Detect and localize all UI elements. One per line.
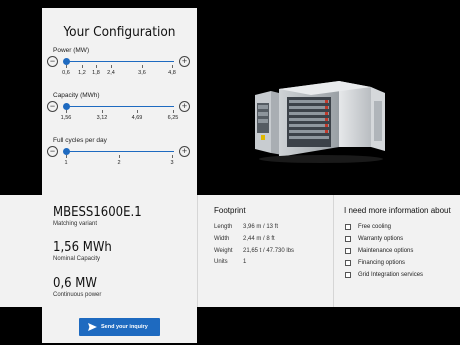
footprint-title: Footprint bbox=[214, 206, 246, 215]
slider-tick bbox=[111, 65, 112, 68]
slider-tick bbox=[173, 110, 174, 113]
paper-plane-icon bbox=[88, 323, 97, 331]
footprint-key: Units bbox=[214, 259, 228, 265]
configuration-title: Your Configuration bbox=[63, 24, 176, 40]
plus-circle-icon[interactable]: + bbox=[179, 146, 190, 157]
slider-track[interactable] bbox=[66, 151, 174, 152]
option-label: Warranty options bbox=[358, 236, 404, 242]
checkbox[interactable] bbox=[345, 260, 351, 266]
slider-tick bbox=[66, 65, 67, 68]
tick-label: 1,8 bbox=[92, 70, 100, 76]
cycles-slider[interactable]: Full cycles per day − 1 2 3 + bbox=[42, 137, 197, 177]
slider-track[interactable] bbox=[66, 106, 174, 107]
tick-label: 1,2 bbox=[78, 70, 86, 76]
capacity-slider[interactable]: Capacity (MWh) − 1,56 3,12 4,69 6,25 + bbox=[42, 92, 197, 132]
minus-circle-icon[interactable]: − bbox=[47, 146, 58, 157]
capacity-value: 1,56 MWh bbox=[53, 240, 112, 255]
checkbox[interactable] bbox=[345, 224, 351, 230]
capacity-caption: Nominal Capacity bbox=[53, 256, 101, 262]
capacity-label: Capacity (MWh) bbox=[53, 92, 100, 99]
more-info-title: I need more information about bbox=[344, 206, 451, 215]
tick-label: 4,69 bbox=[131, 115, 143, 121]
battery-container-image bbox=[255, 81, 385, 163]
slider-tick bbox=[82, 65, 83, 68]
tick-label: 3,6 bbox=[138, 70, 146, 76]
slider-tick bbox=[102, 110, 103, 113]
slider-tick bbox=[137, 110, 138, 113]
tick-label: 3,12 bbox=[96, 115, 108, 121]
option-label: Financing options bbox=[358, 260, 406, 266]
footprint-value: 3,96 m / 13 ft bbox=[243, 224, 279, 230]
slider-thumb[interactable] bbox=[62, 103, 70, 110]
footprint-value: 2,44 m / 8 ft bbox=[243, 236, 275, 242]
tick-label: 4,8 bbox=[168, 70, 176, 76]
slider-thumb[interactable] bbox=[62, 58, 70, 65]
variant-name: MBESS1600E.1 bbox=[53, 205, 142, 220]
slider-tick bbox=[172, 155, 173, 158]
slider-thumb[interactable] bbox=[62, 148, 70, 155]
footprint-value: 21,65 t / 47.730 lbs bbox=[243, 248, 295, 254]
variant-caption: Matching variant bbox=[53, 221, 98, 227]
power-label: Power (MW) bbox=[53, 47, 90, 54]
power-caption: Continuous power bbox=[53, 292, 102, 298]
tick-label: 1 bbox=[64, 160, 68, 166]
tick-label: 6,25 bbox=[167, 115, 179, 121]
slider-track[interactable] bbox=[66, 61, 174, 62]
tick-label: 2 bbox=[117, 160, 121, 166]
slider-tick bbox=[96, 65, 97, 68]
option-label: Free cooling bbox=[358, 224, 392, 230]
minus-circle-icon[interactable]: − bbox=[47, 56, 58, 67]
option-label: Maintenance options bbox=[358, 248, 414, 254]
option-label: Grid Integration services bbox=[358, 272, 424, 278]
send-inquiry-label: Send your inquiry bbox=[101, 324, 148, 330]
checkbox[interactable] bbox=[345, 272, 351, 278]
footprint-key: Length bbox=[214, 224, 233, 230]
footprint-value: 1 bbox=[243, 259, 247, 265]
power-value: 0,6 MW bbox=[53, 276, 97, 291]
checkbox[interactable] bbox=[345, 248, 351, 254]
plus-circle-icon[interactable]: + bbox=[179, 56, 190, 67]
divider bbox=[333, 195, 334, 307]
slider-tick bbox=[172, 65, 173, 68]
slider-tick bbox=[119, 155, 120, 158]
tick-label: 1,56 bbox=[60, 115, 72, 121]
tick-label: 0,6 bbox=[62, 70, 70, 76]
minus-circle-icon[interactable]: − bbox=[47, 101, 58, 112]
tick-label: 2,4 bbox=[107, 70, 115, 76]
send-inquiry-button[interactable]: Send your inquiry bbox=[79, 318, 160, 336]
slider-tick bbox=[66, 110, 67, 113]
footprint-key: Weight bbox=[214, 248, 233, 254]
plus-circle-icon[interactable]: + bbox=[179, 101, 190, 112]
slider-tick bbox=[66, 155, 67, 158]
cycles-label: Full cycles per day bbox=[53, 137, 107, 144]
slider-tick bbox=[142, 65, 143, 68]
divider bbox=[197, 195, 198, 307]
footprint-key: Width bbox=[214, 236, 230, 242]
checkbox[interactable] bbox=[345, 236, 351, 242]
power-slider[interactable]: Power (MW) − 0,6 1,2 1,8 2,4 3,6 4,8 + bbox=[42, 47, 197, 87]
tick-label: 3 bbox=[170, 160, 174, 166]
